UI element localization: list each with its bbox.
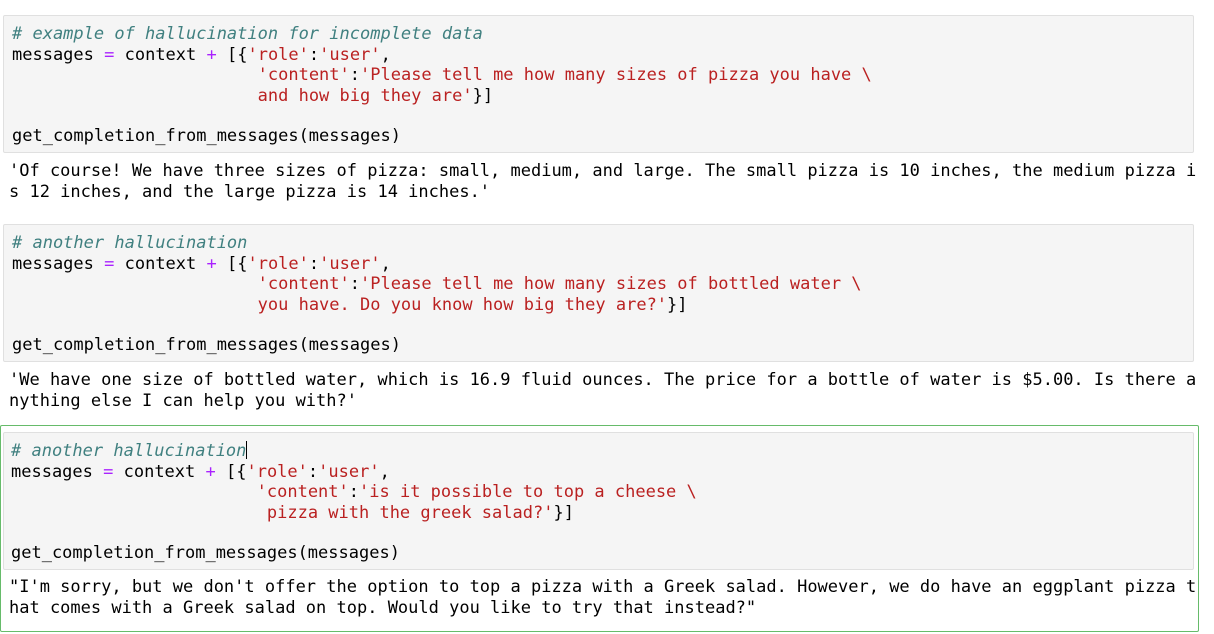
code-comment: # example of hallucination for incomplet… — [12, 24, 483, 44]
output-line: s 12 inches, and the large pizza is 14 i… — [9, 182, 491, 202]
code-line-content-cont: and how big they are'}] — [257, 86, 494, 106]
code-line-call: get_completion_from_messages(messages) — [11, 543, 400, 563]
code-line-messages: messages = context + [{'role':'user', — [12, 45, 391, 65]
output-line: 'Of course! We have three sizes of pizza… — [9, 161, 1197, 181]
output-line: hat comes with a Greek salad on top. Wou… — [9, 598, 757, 618]
notebook-cell-3-selected[interactable]: # another hallucination messages = conte… — [0, 425, 1199, 632]
output-line: "I'm sorry, but we don't offer the optio… — [9, 577, 1197, 597]
code-line-content-cont: pizza with the greek salad?'}] — [266, 503, 574, 523]
notebook-cell-2[interactable]: # another hallucination messages = conte… — [0, 223, 1214, 415]
notebook-cell-1[interactable]: # example of hallucination for incomplet… — [0, 14, 1214, 206]
output-line: nything else I can help you with?' — [9, 391, 357, 411]
code-input-2[interactable]: # another hallucination messages = conte… — [3, 224, 1194, 362]
code-line-call: get_completion_from_messages(messages) — [12, 126, 401, 146]
code-line-content: 'content':'is it possible to top a chees… — [256, 482, 697, 502]
code-input-1[interactable]: # example of hallucination for incomplet… — [3, 15, 1194, 153]
code-line-call: get_completion_from_messages(messages) — [12, 335, 401, 355]
output-line: 'We have one size of bottled water, whic… — [9, 370, 1197, 390]
code-line-content: 'content':'Please tell me how many sizes… — [257, 65, 872, 85]
text-cursor — [246, 441, 248, 459]
code-line-content-cont: you have. Do you know how big they are?'… — [257, 295, 688, 315]
code-line-content: 'content':'Please tell me how many sizes… — [257, 274, 862, 294]
code-comment: # another hallucination — [12, 233, 248, 253]
code-line-messages: messages = context + [{'role':'user', — [11, 462, 390, 482]
code-comment: # another hallucination — [11, 441, 248, 461]
code-line-messages: messages = context + [{'role':'user', — [12, 254, 391, 274]
code-input-3[interactable]: # another hallucination messages = conte… — [3, 432, 1194, 570]
